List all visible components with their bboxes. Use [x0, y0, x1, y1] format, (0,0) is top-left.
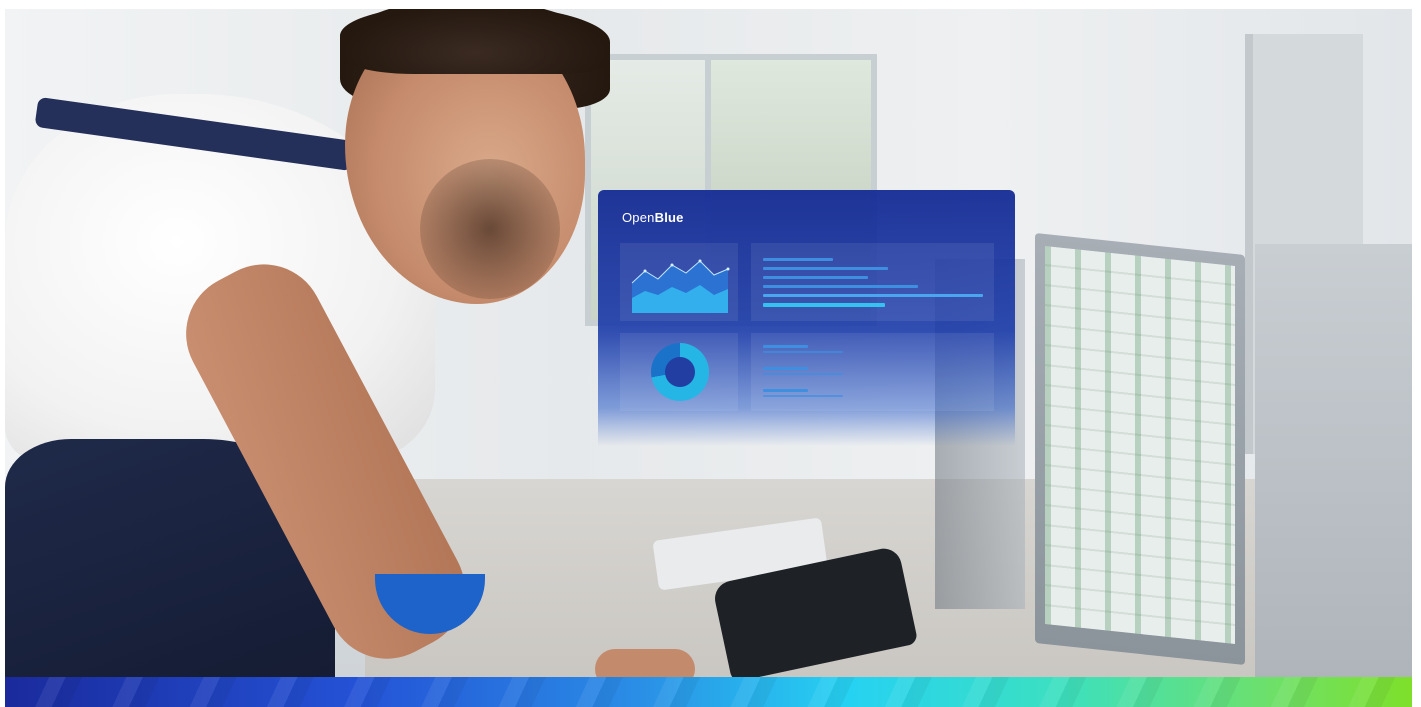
- donut-chart-graphic: [651, 343, 709, 401]
- bar-line: [763, 276, 868, 279]
- logo-bold: Blue: [654, 210, 684, 225]
- list-line: [763, 345, 808, 348]
- openblue-dashboard-overlay: OpenBlue: [598, 190, 1015, 446]
- bar-line: [763, 294, 983, 297]
- area-chart-graphic: [631, 259, 730, 313]
- person-hand: [595, 649, 695, 677]
- logo-prefix: Open: [622, 210, 655, 225]
- bar-line: [763, 258, 833, 261]
- bar-line: [763, 303, 885, 307]
- openblue-logo: OpenBlue: [622, 210, 684, 225]
- person-beard: [420, 159, 560, 299]
- list-line: [763, 373, 843, 375]
- area-chart-tile: [620, 243, 738, 321]
- monitor-right: [1255, 244, 1412, 677]
- list-tile: [751, 333, 994, 411]
- monitor-screen: [1045, 246, 1235, 644]
- bar-line: [763, 285, 918, 288]
- bar-line: [763, 267, 888, 270]
- list-line: [763, 367, 808, 370]
- person-hair-top: [340, 9, 610, 74]
- list-line: [763, 389, 808, 392]
- list-line: [763, 395, 843, 397]
- list-line: [763, 351, 843, 353]
- brand-gradient-stripe: [5, 677, 1412, 707]
- bar-list-tile: [751, 243, 994, 321]
- monitor-schematic: [1035, 232, 1245, 666]
- donut-chart-tile: [620, 333, 738, 411]
